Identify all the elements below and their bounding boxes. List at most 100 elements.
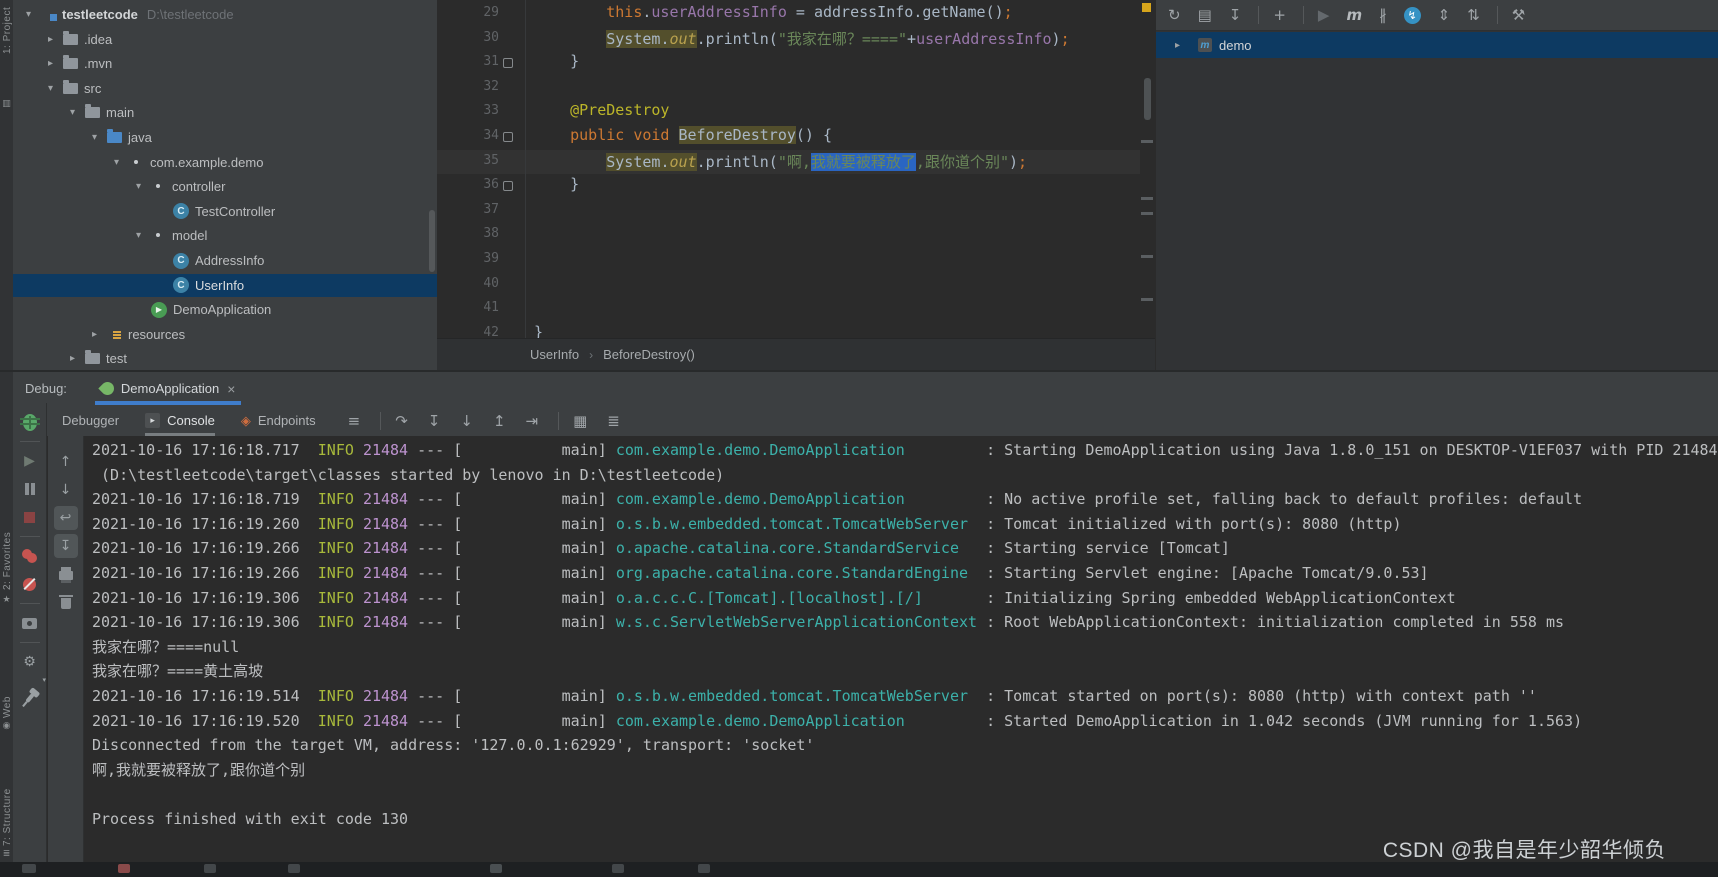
log-message: : Initializing Spring embedded WebApplic… xyxy=(986,588,1456,607)
stripe-favorites-icon[interactable]: ★ xyxy=(0,594,13,605)
stripe-web-icon[interactable]: ◉ xyxy=(0,720,13,731)
warning-stripe-mark[interactable] xyxy=(1142,3,1151,12)
expand-arrow-icon[interactable]: ▸ xyxy=(45,34,56,45)
add-maven-project-icon[interactable]: + xyxy=(1273,6,1286,24)
tree-item-java[interactable]: ▾ java xyxy=(13,126,437,149)
change-stripe-mark[interactable] xyxy=(1141,140,1153,143)
fold-marker-icon[interactable] xyxy=(503,132,513,142)
expand-all-icon[interactable]: ⇕ xyxy=(1438,6,1451,24)
change-stripe-mark[interactable] xyxy=(1141,255,1153,258)
change-stripe-mark[interactable] xyxy=(1141,197,1153,200)
tree-item-src[interactable]: ▾ src xyxy=(13,77,437,100)
skip-tests-icon[interactable]: ∦ xyxy=(1379,6,1387,24)
tree-item-UserInfo[interactable]: C UserInfo xyxy=(13,273,437,297)
project-tree-panel[interactable]: ▾ testleetcode D:\testleetcode ▸ .idea ▸ .mvn ▾… xyxy=(13,0,438,370)
prev-occurrence-icon[interactable]: ↑ xyxy=(54,450,78,474)
expand-arrow-icon[interactable]: ▸ xyxy=(67,353,78,364)
next-occurrence-icon[interactable]: ↓ xyxy=(54,478,78,502)
fold-marker-icon[interactable] xyxy=(503,181,513,192)
console-output[interactable]: 2021-10-16 17:16:18.717 INFO 21484 --- [… xyxy=(84,436,1718,862)
expand-arrow-icon[interactable]: ▾ xyxy=(111,157,122,168)
stop-icon[interactable] xyxy=(18,505,42,529)
stripe-label-project[interactable]: 1: Project xyxy=(0,2,13,54)
expand-arrow-icon[interactable]: ▾ xyxy=(67,107,78,118)
tree-item--mvn[interactable]: ▸ .mvn xyxy=(13,52,437,75)
expand-arrow-icon[interactable]: ▾ xyxy=(45,83,56,94)
step-over-icon[interactable]: ↷ xyxy=(395,412,408,430)
maven-panel[interactable]: ↻ ▤ ↧ + ▶ m ∦ ↯ ⇕ ⇅ ⚒ ▸ m demo xyxy=(1156,0,1718,370)
expand-arrow-icon[interactable]: ▾ xyxy=(23,9,34,20)
refresh-maven-icon[interactable]: ↻ xyxy=(1168,6,1181,24)
breadcrumb-item[interactable]: UserInfo xyxy=(530,347,579,362)
tree-item-test[interactable]: ▸ test xyxy=(13,347,437,370)
stripe-label-structure[interactable]: 7: Structure xyxy=(0,748,13,846)
force-step-into-icon[interactable]: ↓ xyxy=(460,412,473,430)
tree-item-main[interactable]: ▾ main xyxy=(13,101,437,124)
tree-item-testleetcode[interactable]: ▾ testleetcode D:\testleetcode xyxy=(13,3,437,26)
stripe-label-favorites[interactable]: 2: Favorites xyxy=(0,496,13,590)
expand-arrow-icon[interactable]: ▾ xyxy=(133,181,144,192)
change-stripe-mark[interactable] xyxy=(1141,298,1153,301)
expand-arrow-icon[interactable]: ▸ xyxy=(1172,40,1183,51)
code-token: ) xyxy=(1008,152,1019,171)
print-icon[interactable] xyxy=(54,562,78,586)
toolbar-divider xyxy=(1258,6,1260,24)
fold-marker-icon[interactable] xyxy=(503,58,513,69)
code-token: . xyxy=(913,3,923,21)
execute-maven-goal-icon[interactable]: m xyxy=(1346,6,1362,24)
tree-item-resources[interactable]: ▸ resources xyxy=(13,323,437,346)
thread-dump-camera-icon[interactable] xyxy=(18,611,42,635)
expand-arrow-icon[interactable]: ▾ xyxy=(89,132,100,143)
mute-breakpoints-icon[interactable] xyxy=(18,572,42,596)
breadcrumb-item[interactable]: BeforeDestroy() xyxy=(603,347,695,362)
editor-gutter[interactable]: 29 30 31 32 33 34 35 36 37 38 39 40 41 42 xyxy=(437,0,526,338)
run-maven-build-icon[interactable]: ▶ xyxy=(1318,6,1330,24)
maven-project-row[interactable]: ▸ m demo xyxy=(1156,32,1718,58)
layout-settings-icon[interactable]: ≣ xyxy=(607,412,620,430)
debug-bug-icon[interactable] xyxy=(18,410,42,434)
change-stripe-mark[interactable] xyxy=(1141,212,1153,215)
pause-icon[interactable] xyxy=(18,477,42,501)
tree-item-com-example-demo[interactable]: ▾ com.example.demo xyxy=(13,151,437,174)
download-sources-icon[interactable]: ↧ xyxy=(1229,6,1242,24)
pin-tab-icon[interactable] xyxy=(18,686,42,710)
editor-scrollbar-thumb[interactable] xyxy=(1144,78,1151,120)
more-options-icon[interactable]: ≡ xyxy=(348,412,361,430)
expand-arrow-icon[interactable]: ▸ xyxy=(45,58,56,69)
maven-settings-icon[interactable]: ⚒ xyxy=(1512,6,1525,24)
settings-gear-icon[interactable]: ⚙ xyxy=(18,650,42,674)
log-message: : Starting Servlet engine: [Apache Tomca… xyxy=(986,563,1429,582)
close-icon[interactable]: × xyxy=(227,381,235,397)
step-out-icon[interactable]: ↥ xyxy=(493,412,506,430)
spring-boot-class-icon: ▶ xyxy=(151,301,167,318)
soft-wrap-icon[interactable]: ↩ xyxy=(53,506,78,530)
tree-item-DemoApplication[interactable]: ▶ DemoApplication xyxy=(13,298,437,321)
stripe-structure-icon[interactable]: ≣ xyxy=(0,848,13,859)
clear-all-icon[interactable] xyxy=(54,590,78,614)
view-breakpoints-icon[interactable] xyxy=(18,544,42,568)
tree-item-model[interactable]: ▾ model xyxy=(13,224,437,247)
generate-sources-icon[interactable]: ▤ xyxy=(1198,6,1212,24)
tab-debugger[interactable]: Debugger xyxy=(62,405,119,436)
stripe-project-icon[interactable]: ▥ xyxy=(0,98,13,109)
tree-item-AddressInfo[interactable]: C AddressInfo xyxy=(13,249,437,272)
stripe-label-web[interactable]: Web xyxy=(0,682,13,718)
step-into-icon[interactable]: ↧ xyxy=(428,412,441,430)
expand-arrow-icon[interactable]: ▾ xyxy=(133,230,144,241)
code-editor[interactable]: 29 30 31 32 33 34 35 36 37 38 39 40 41 42 this. userAd… xyxy=(437,0,1155,338)
maven-toolbar: ↻ ▤ ↧ + ▶ m ∦ ↯ ⇕ ⇅ ⚒ xyxy=(1156,0,1718,31)
tree-item-TestController[interactable]: C TestController xyxy=(13,200,437,223)
scroll-to-end-icon[interactable]: ↧ xyxy=(53,534,78,558)
tab-endpoints[interactable]: ◈ Endpoints xyxy=(241,405,316,436)
tree-item-controller[interactable]: ▾ controller xyxy=(13,175,437,198)
breadcrumb[interactable]: UserInfo › BeforeDestroy() xyxy=(437,338,1155,370)
debug-session-tab[interactable]: DemoApplication × xyxy=(91,372,245,405)
offline-mode-icon[interactable]: ↯ xyxy=(1403,6,1421,24)
expand-arrow-icon[interactable]: ▸ xyxy=(89,329,100,340)
tab-console[interactable]: ▸ Console xyxy=(145,405,215,436)
collapse-all-icon[interactable]: ⇅ xyxy=(1467,6,1480,24)
evaluate-expression-icon[interactable]: ▦ xyxy=(573,412,587,430)
tree-item--idea[interactable]: ▸ .idea xyxy=(13,28,437,51)
run-to-cursor-icon[interactable]: ⇥ xyxy=(526,412,539,430)
resume-icon[interactable]: ▶ xyxy=(18,449,42,473)
